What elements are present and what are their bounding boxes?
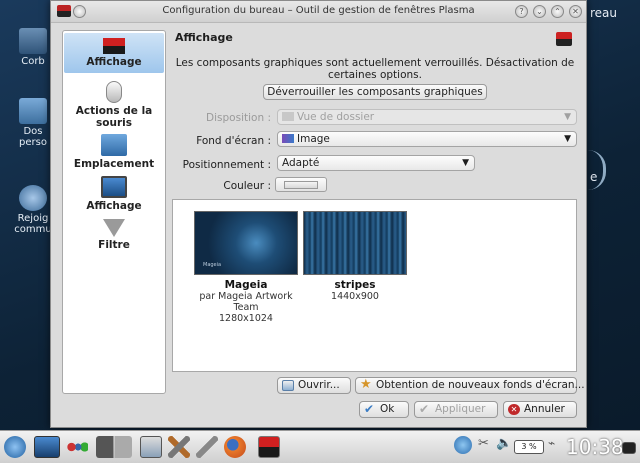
background-text: e xyxy=(590,170,598,184)
folder-icon xyxy=(19,98,47,124)
ok-button-label: Ok xyxy=(380,403,395,415)
open-button-label: Ouvrir... xyxy=(298,379,340,391)
image-icon xyxy=(282,134,294,143)
pager-icon[interactable] xyxy=(96,436,132,458)
sidebar-item-label: Filtre xyxy=(98,239,130,251)
check-icon: ✔ xyxy=(419,402,430,416)
check-icon: ✔ xyxy=(364,402,375,416)
color-swatch xyxy=(284,181,318,189)
apply-button-label: Appliquer xyxy=(435,403,486,415)
open-file-icon xyxy=(282,380,294,391)
community-icon xyxy=(19,185,47,211)
sidebar-item-label: Actions de la souris xyxy=(75,105,153,129)
sidebar-item-location[interactable]: Emplacement xyxy=(64,130,164,170)
network-icon[interactable] xyxy=(454,436,472,454)
wallpaper-name: stripes xyxy=(334,279,376,291)
monitor-icon xyxy=(101,176,127,198)
active-task-icon[interactable] xyxy=(258,436,280,458)
activities-icon[interactable] xyxy=(66,436,88,458)
folder-icon xyxy=(282,112,294,121)
unlock-widgets-button[interactable]: Déverrouiller les composants graphiques xyxy=(263,84,487,100)
chevron-down-icon: ▼ xyxy=(462,158,469,168)
wallpaper-size: 1440x900 xyxy=(331,291,379,302)
category-sidebar: Affichage Actions de la souris Emplaceme… xyxy=(62,30,166,394)
trash-icon xyxy=(19,28,47,54)
wallpaper-select-value: Image xyxy=(297,133,330,145)
get-new-wallpapers-button[interactable]: ★ Obtention de nouveaux fonds d'écran... xyxy=(355,377,585,394)
positioning-select-value: Adapté xyxy=(282,157,320,169)
sidebar-item-mouse-actions[interactable]: Actions de la souris xyxy=(64,77,164,129)
layout-select[interactable]: Vue de dossier ▼ xyxy=(277,109,577,125)
close-icon[interactable]: ✕ xyxy=(569,5,582,18)
wallpaper-thumbnail[interactable]: Mageia xyxy=(194,211,298,275)
wallpaper-select[interactable]: Image ▼ xyxy=(277,131,577,147)
page-title: Affichage xyxy=(175,31,233,44)
chevron-down-icon: ▼ xyxy=(564,134,571,144)
help-icon[interactable]: ? xyxy=(515,5,528,18)
control-center-icon[interactable] xyxy=(196,436,218,458)
power-plug-icon[interactable]: ⌁ xyxy=(548,436,560,458)
volume-icon[interactable]: 🔈 xyxy=(496,436,512,458)
color-picker-button[interactable] xyxy=(275,177,327,192)
positioning-select[interactable]: Adapté ▼ xyxy=(277,155,475,171)
positioning-label: Positionnement : xyxy=(182,159,271,171)
maximize-icon[interactable]: ⌃ xyxy=(551,5,564,18)
wallpaper-caption: stripes 1440x900 xyxy=(290,279,420,303)
show-desktop-icon[interactable] xyxy=(34,436,60,458)
wallpaper-flag-icon xyxy=(103,38,125,54)
desktop-icon-label: Corb xyxy=(21,56,45,67)
firefox-icon[interactable] xyxy=(224,436,246,458)
layout-select-value: Vue de dossier xyxy=(297,111,375,123)
sidebar-item-display[interactable]: Affichage xyxy=(64,33,164,73)
sidebar-item-label: Affichage xyxy=(86,56,142,68)
funnel-icon xyxy=(103,219,125,237)
taskbar: ✂ 🔈 3 % ⌁ 10:38 xyxy=(0,430,640,463)
apply-button[interactable]: ✔ Appliquer xyxy=(414,401,498,418)
cancel-button[interactable]: ✕ Annuler xyxy=(503,401,577,418)
sidebar-item-view[interactable]: Affichage xyxy=(64,172,164,212)
cancel-icon: ✕ xyxy=(508,404,520,415)
sidebar-item-label: Affichage xyxy=(86,200,142,212)
folder-icon xyxy=(101,134,127,156)
system-settings-icon[interactable] xyxy=(168,436,190,458)
wallpaper-author: par Mageia Artwork Team xyxy=(199,291,293,313)
file-manager-icon[interactable] xyxy=(140,436,162,458)
sidebar-item-filter[interactable]: Filtre xyxy=(64,215,164,251)
notification-icon[interactable] xyxy=(622,442,636,454)
background-window-title: reau xyxy=(590,6,618,20)
cancel-button-label: Annuler xyxy=(524,403,565,415)
clock[interactable]: 10:38 xyxy=(566,435,624,459)
chevron-down-icon: ▼ xyxy=(564,112,571,122)
wallpaper-size: 1280x1024 xyxy=(219,313,273,324)
wallpaper-flag-icon xyxy=(556,32,572,46)
clipboard-icon[interactable]: ✂ xyxy=(478,436,492,458)
wallpaper-thumbnail[interactable] xyxy=(303,211,407,275)
open-button[interactable]: Ouvrir... xyxy=(277,377,351,394)
wallpaper-gallery: Mageia Mageia par Mageia Artwork Team 12… xyxy=(172,199,577,372)
desktop-icon-label: Dos perso xyxy=(19,126,47,148)
wallpaper-label: Fond d'écran : xyxy=(196,135,271,147)
window-title: Configuration du bureau – Outil de gesti… xyxy=(162,5,475,16)
minimize-icon[interactable]: ⌄ xyxy=(533,5,546,18)
desktop-icon-label: Rejoig commu xyxy=(14,213,52,235)
layout-label: Disposition : xyxy=(206,112,271,124)
get-new-button-label: Obtention de nouveaux fonds d'écran... xyxy=(376,379,585,391)
battery-indicator[interactable]: 3 % xyxy=(514,440,544,454)
ok-button[interactable]: ✔ Ok xyxy=(359,401,409,418)
app-launcher-icon[interactable] xyxy=(4,436,26,458)
settings-window: Configuration du bureau – Outil de gesti… xyxy=(50,0,587,428)
thumbnail-text: Mageia xyxy=(203,262,222,268)
lock-warning: Les composants graphiques sont actuellem… xyxy=(175,57,575,81)
title-bar[interactable]: Configuration du bureau – Outil de gesti… xyxy=(51,1,586,23)
mouse-icon xyxy=(106,81,122,103)
color-label: Couleur : xyxy=(223,180,271,192)
star-icon: ★ xyxy=(360,377,372,392)
sidebar-item-label: Emplacement xyxy=(73,158,155,170)
